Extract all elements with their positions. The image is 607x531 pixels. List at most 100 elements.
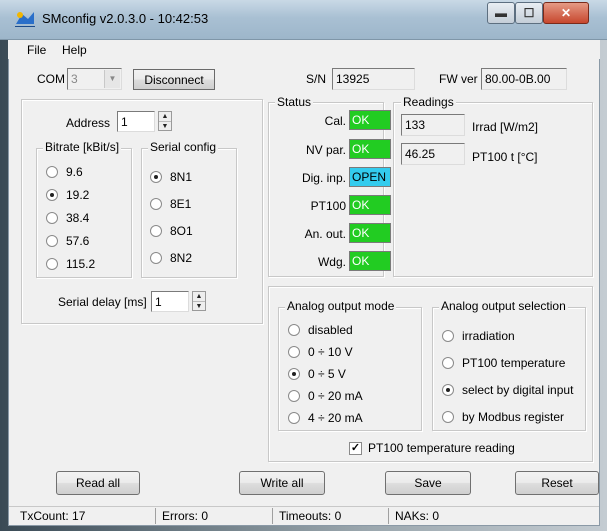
menu-file[interactable]: File — [27, 43, 46, 57]
bitrate-option[interactable]: 57.6 — [46, 229, 95, 252]
menu-bar — [8, 40, 600, 59]
radio-icon[interactable] — [442, 383, 454, 396]
radio-icon[interactable] — [288, 412, 300, 424]
sn-value: 13925 — [332, 68, 415, 90]
spin-down-icon[interactable]: ▼ — [193, 302, 205, 311]
status-label: An. out. — [304, 227, 346, 241]
spin-up-icon[interactable]: ▲ — [193, 292, 205, 302]
analog-mode-option[interactable]: 4 ÷ 20 mA — [288, 407, 363, 429]
sn-label: S/N — [306, 72, 327, 86]
status-anout-value: OK — [349, 223, 391, 243]
minimize-icon: ▬ — [495, 6, 507, 20]
radio-icon[interactable] — [46, 165, 58, 178]
checkmark-icon[interactable]: ✓ — [349, 441, 362, 455]
analog-mode-option[interactable]: disabled — [288, 319, 363, 341]
readings-title: Readings — [401, 95, 456, 109]
address-input[interactable]: 1 — [117, 111, 155, 132]
analog-mode-option[interactable]: 0 ÷ 5 V — [288, 363, 363, 385]
analog-selection-title: Analog output selection — [439, 299, 568, 313]
serial-delay-input[interactable]: 1 — [151, 291, 189, 312]
serial-config-option[interactable]: 8O1 — [150, 217, 193, 244]
radio-icon[interactable] — [46, 234, 58, 247]
radio-icon[interactable] — [442, 329, 454, 342]
bitrate-option[interactable]: 115.2 — [46, 252, 95, 275]
analog-selection-option[interactable]: irradiation — [442, 322, 573, 349]
pt100-reading-checkbox[interactable]: ✓ PT100 temperature reading — [349, 440, 515, 456]
timeouts-text: Timeouts: 0 — [279, 509, 342, 523]
temp-value: 46.25 — [401, 143, 465, 165]
analog-mode-option[interactable]: 0 ÷ 20 mA — [288, 385, 363, 407]
status-label: PT100 — [310, 199, 346, 213]
chevron-down-icon[interactable]: ▼ — [104, 70, 120, 88]
status-diginp-value: OPEN — [349, 167, 391, 187]
radio-icon[interactable] — [288, 346, 300, 358]
bitrate-option[interactable]: 38.4 — [46, 206, 95, 229]
serial-config-option[interactable]: 8E1 — [150, 190, 193, 217]
close-button[interactable]: ✕ — [543, 2, 589, 24]
analog-mode-title: Analog output mode — [285, 299, 397, 313]
status-label: Dig. inp. — [301, 171, 346, 185]
analog-selection-option[interactable]: PT100 temperature — [442, 349, 573, 376]
bitrate-options: 9.6 19.2 38.4 57.6 115.2 — [46, 160, 95, 275]
address-spinner[interactable]: ▲ ▼ — [158, 111, 172, 131]
radio-icon[interactable] — [150, 170, 162, 183]
spin-up-icon[interactable]: ▲ — [159, 112, 171, 122]
fw-label: FW ver — [439, 72, 478, 86]
read-all-button[interactable]: Read all — [56, 471, 140, 495]
spin-down-icon[interactable]: ▼ — [159, 122, 171, 131]
radio-icon[interactable] — [150, 251, 162, 264]
analog-mode-option[interactable]: 0 ÷ 10 V — [288, 341, 363, 363]
statusbar-divider — [272, 508, 273, 524]
radio-icon[interactable] — [150, 224, 162, 237]
com-label: COM — [37, 72, 65, 86]
radio-icon[interactable] — [288, 390, 300, 402]
status-nvpar-value: OK — [349, 139, 391, 159]
status-label: Cal. — [324, 114, 346, 128]
analog-selection-option[interactable]: by Modbus register — [442, 403, 573, 430]
maximize-button[interactable]: ☐ — [515, 2, 543, 24]
status-cal-value: OK — [349, 110, 391, 130]
radio-icon[interactable] — [46, 211, 58, 224]
radio-icon[interactable] — [150, 197, 162, 210]
minimize-button[interactable]: ▬ — [487, 2, 515, 24]
status-label: NV par. — [305, 143, 346, 157]
analog-mode-options: disabled 0 ÷ 10 V 0 ÷ 5 V 0 ÷ 20 mA 4 ÷ … — [288, 319, 363, 429]
status-title: Status — [275, 95, 314, 109]
analog-selection-option[interactable]: select by digital input — [442, 376, 573, 403]
save-button[interactable]: Save — [385, 471, 471, 495]
pt100-reading-label: PT100 temperature reading — [368, 441, 515, 455]
bitrate-option[interactable]: 9.6 — [46, 160, 95, 183]
disconnect-button[interactable]: Disconnect — [133, 69, 215, 90]
statusbar-divider — [388, 508, 389, 524]
com-select[interactable]: 3 ▼ — [67, 68, 122, 90]
com-value: 3 — [71, 72, 78, 86]
serial-delay-spinner[interactable]: ▲ ▼ — [192, 291, 206, 311]
radio-icon[interactable] — [46, 257, 58, 270]
analog-selection-options: irradiation PT100 temperature select by … — [442, 322, 573, 430]
bitrate-title: Bitrate [kBit/s] — [43, 140, 122, 154]
maximize-icon: ☐ — [523, 6, 535, 20]
serial-config-option[interactable]: 8N1 — [150, 163, 193, 190]
radio-icon[interactable] — [288, 324, 300, 336]
write-all-button[interactable]: Write all — [239, 471, 325, 495]
serial-delay-label: Serial delay [ms] — [58, 295, 147, 309]
reset-button[interactable]: Reset — [515, 471, 599, 495]
fw-value: 80.00-0B.00 — [481, 68, 567, 90]
close-icon: ✕ — [560, 6, 572, 20]
statusbar-divider — [155, 508, 156, 524]
status-wdg-value: OK — [349, 251, 391, 271]
app-icon — [14, 10, 36, 28]
status-label: Wdg. — [317, 255, 346, 269]
serial-config-option[interactable]: 8N2 — [150, 244, 193, 271]
temp-label: PT100 t [°C] — [472, 150, 538, 164]
radio-icon[interactable] — [288, 368, 300, 380]
window-title: SMconfig v2.0.3.0 - 10:42:53 — [42, 11, 209, 26]
errors-text: Errors: 0 — [162, 509, 209, 523]
radio-icon[interactable] — [442, 356, 454, 369]
txcount-text: TxCount: 17 — [20, 509, 86, 523]
radio-icon[interactable] — [442, 410, 454, 423]
bitrate-option[interactable]: 19.2 — [46, 183, 95, 206]
menu-help[interactable]: Help — [62, 43, 87, 57]
radio-icon[interactable] — [46, 188, 58, 201]
address-label: Address — [66, 116, 111, 130]
